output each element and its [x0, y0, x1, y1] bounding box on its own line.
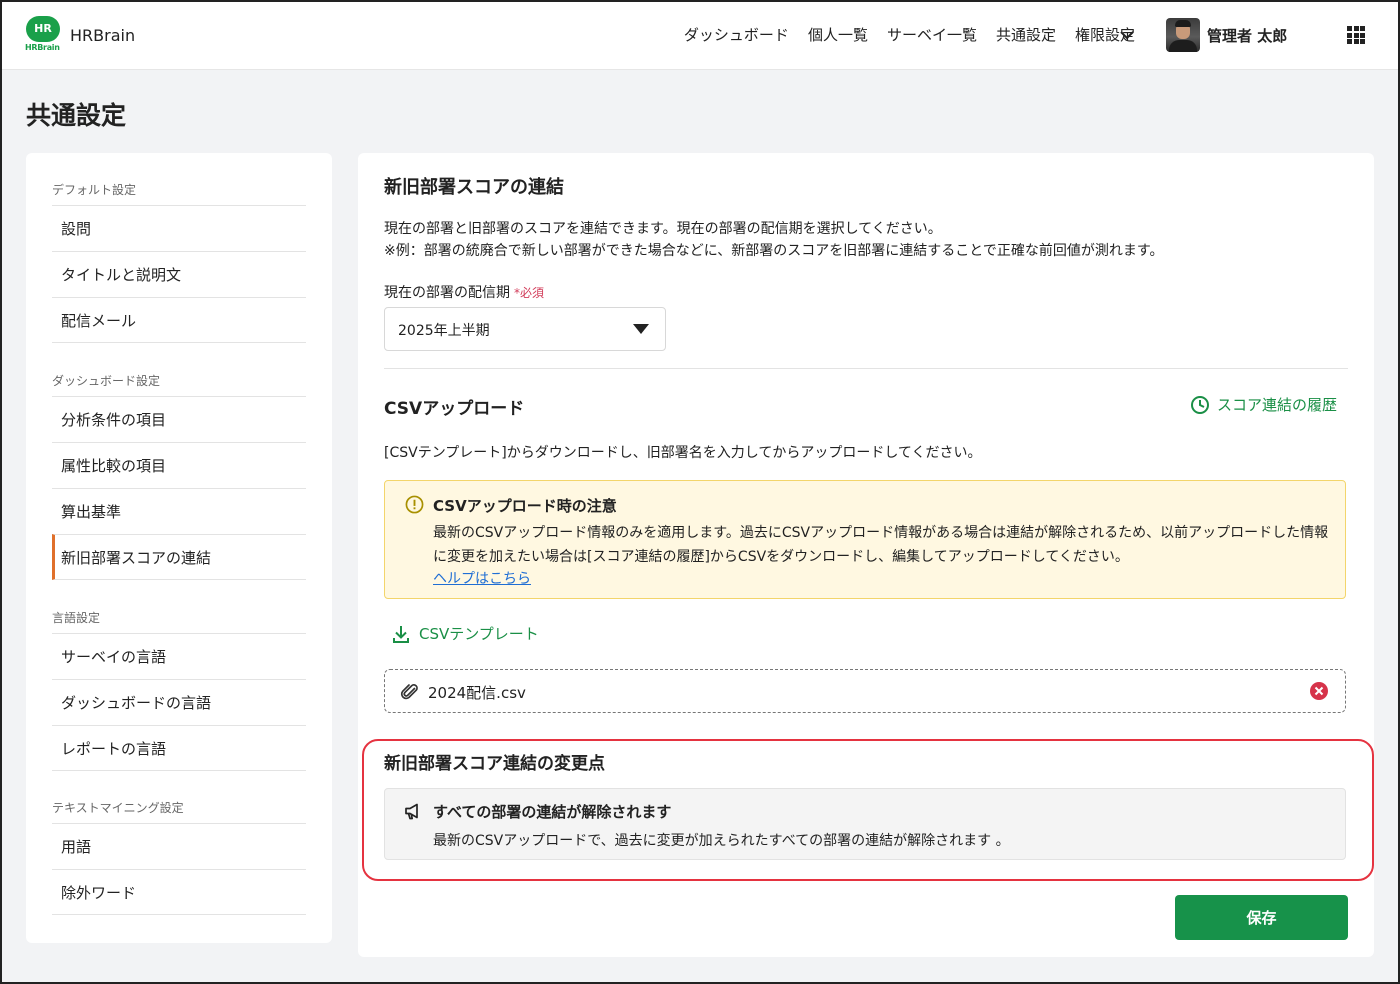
sidebar-item-calculation-basis[interactable]: 算出基準	[52, 488, 306, 534]
sidebar-section-text-mining: テキストマイニング設定	[52, 801, 184, 815]
notice-body: 最新のCSVアップロードで、過去に変更が加えられたすべての部署の連結が解除されま…	[433, 833, 1010, 849]
sidebar-item-survey-language[interactable]: サーベイの言語	[52, 633, 306, 679]
sidebar-item-score-link[interactable]: 新旧部署スコアの連結	[52, 534, 306, 580]
nav-individual-list[interactable]: 個人一覧	[808, 24, 868, 45]
brand-name: HRBrain	[70, 26, 136, 45]
sidebar-item-questions[interactable]: 設問	[52, 205, 306, 251]
remove-file-icon[interactable]	[1309, 681, 1329, 701]
sidebar-section-default: デフォルト設定	[52, 183, 137, 197]
csv-template-download-link[interactable]: CSVテンプレート	[391, 623, 539, 644]
required-mark: *必須	[514, 286, 545, 300]
sidebar-item-excluded-words[interactable]: 除外ワード	[52, 869, 306, 915]
download-icon	[393, 625, 409, 643]
csv-template-label: CSVテンプレート	[419, 625, 539, 643]
notice-title: すべての部署の連結が解除されます	[433, 803, 672, 821]
page-title: 共通設定	[26, 101, 127, 130]
help-link[interactable]: ヘルプはこちら	[433, 568, 531, 588]
history-link-label: スコア連結の履歴	[1217, 396, 1338, 414]
exclamation-circle-icon	[405, 495, 424, 514]
csv-upload-title: CSVアップロード	[384, 399, 525, 419]
period-label: 現在の部署の配信期 *必須	[384, 282, 544, 302]
save-button[interactable]: 保存	[1175, 895, 1348, 940]
warning-title: CSVアップロード時の注意	[433, 497, 617, 515]
top-header: HR HRBrain HRBrain ダッシュボード 個人一覧 サーベイ一覧 共…	[0, 0, 1400, 70]
period-select[interactable]: 2025年上半期	[384, 307, 666, 351]
period-label-text: 現在の部署の配信期	[384, 285, 510, 301]
changes-title: 新旧部署スコア連結の変更点	[384, 754, 605, 774]
nav-dashboard[interactable]: ダッシュボード	[684, 24, 789, 45]
caret-down-icon	[633, 324, 649, 334]
nav-survey-list[interactable]: サーベイ一覧	[887, 24, 977, 45]
paperclip-icon	[400, 684, 418, 700]
main-panel: 新旧部署スコアの連結 現在の部署と旧部署のスコアを連結できます。現在の部署の配信…	[358, 153, 1374, 957]
section-title: 新旧部署スコアの連結	[384, 177, 564, 198]
description-line-2: ※例：部署の統廃合で新しい部署ができた場合などに、新部署のスコアを旧部署に連結す…	[384, 243, 1164, 259]
avatar[interactable]	[1166, 18, 1200, 52]
hrbrain-logo[interactable]: HR HRBrain	[25, 16, 62, 54]
sidebar-item-analysis-conditions[interactable]: 分析条件の項目	[52, 396, 306, 442]
logo-bubble: HR	[26, 16, 60, 42]
period-select-value: 2025年上半期	[398, 323, 490, 339]
changes-notice-box: すべての部署の連結が解除されます 最新のCSVアップロードで、過去に変更が加えら…	[384, 788, 1346, 860]
apps-grid-icon[interactable]	[1347, 26, 1365, 44]
uploaded-file: 2024配信.csv	[384, 669, 1346, 713]
sidebar-item-title-description[interactable]: タイトルと説明文	[52, 251, 306, 297]
sidebar-item-attribute-comparison[interactable]: 属性比較の項目	[52, 442, 306, 488]
sidebar-item-terms[interactable]: 用語	[52, 823, 306, 869]
logo-subtext: HRBrain	[25, 43, 60, 52]
uploaded-file-name: 2024配信.csv	[428, 684, 526, 702]
description-line-1: 現在の部署と旧部署のスコアを連結できます。現在の部署の配信期を選択してください。	[384, 221, 942, 237]
sidebar-item-dashboard-language[interactable]: ダッシュボードの言語	[52, 679, 306, 725]
sidebar-item-delivery-mail[interactable]: 配信メール	[52, 297, 306, 343]
main-nav: ダッシュボード 個人一覧 サーベイ一覧 共通設定 権限設定	[684, 24, 1135, 45]
score-link-history-link[interactable]: スコア連結の履歴	[1190, 394, 1337, 415]
user-name[interactable]: 管理者 太郎	[1207, 25, 1287, 46]
settings-sidebar: デフォルト設定 設問 タイトルと説明文 配信メール ダッシュボード設定 分析条件…	[26, 153, 332, 943]
nav-common-settings[interactable]: 共通設定	[996, 24, 1056, 45]
csv-warning-box: CSVアップロード時の注意 最新のCSVアップロード情報のみを適用します。過去に…	[384, 480, 1346, 599]
section-divider	[384, 368, 1348, 369]
warning-body: 最新のCSVアップロード情報のみを適用します。過去にCSVアップロード情報がある…	[433, 525, 1329, 565]
megaphone-icon	[405, 803, 418, 820]
clock-icon	[1191, 395, 1209, 414]
sidebar-section-dashboard: ダッシュボード設定	[52, 374, 161, 388]
sidebar-item-report-language[interactable]: レポートの言語	[52, 725, 306, 771]
sidebar-section-language: 言語設定	[52, 611, 101, 625]
chevron-down-icon[interactable]	[1118, 26, 1136, 44]
csv-description: [CSVテンプレート]からダウンロードし、旧部署名を入力してからアップロードして…	[384, 445, 982, 461]
